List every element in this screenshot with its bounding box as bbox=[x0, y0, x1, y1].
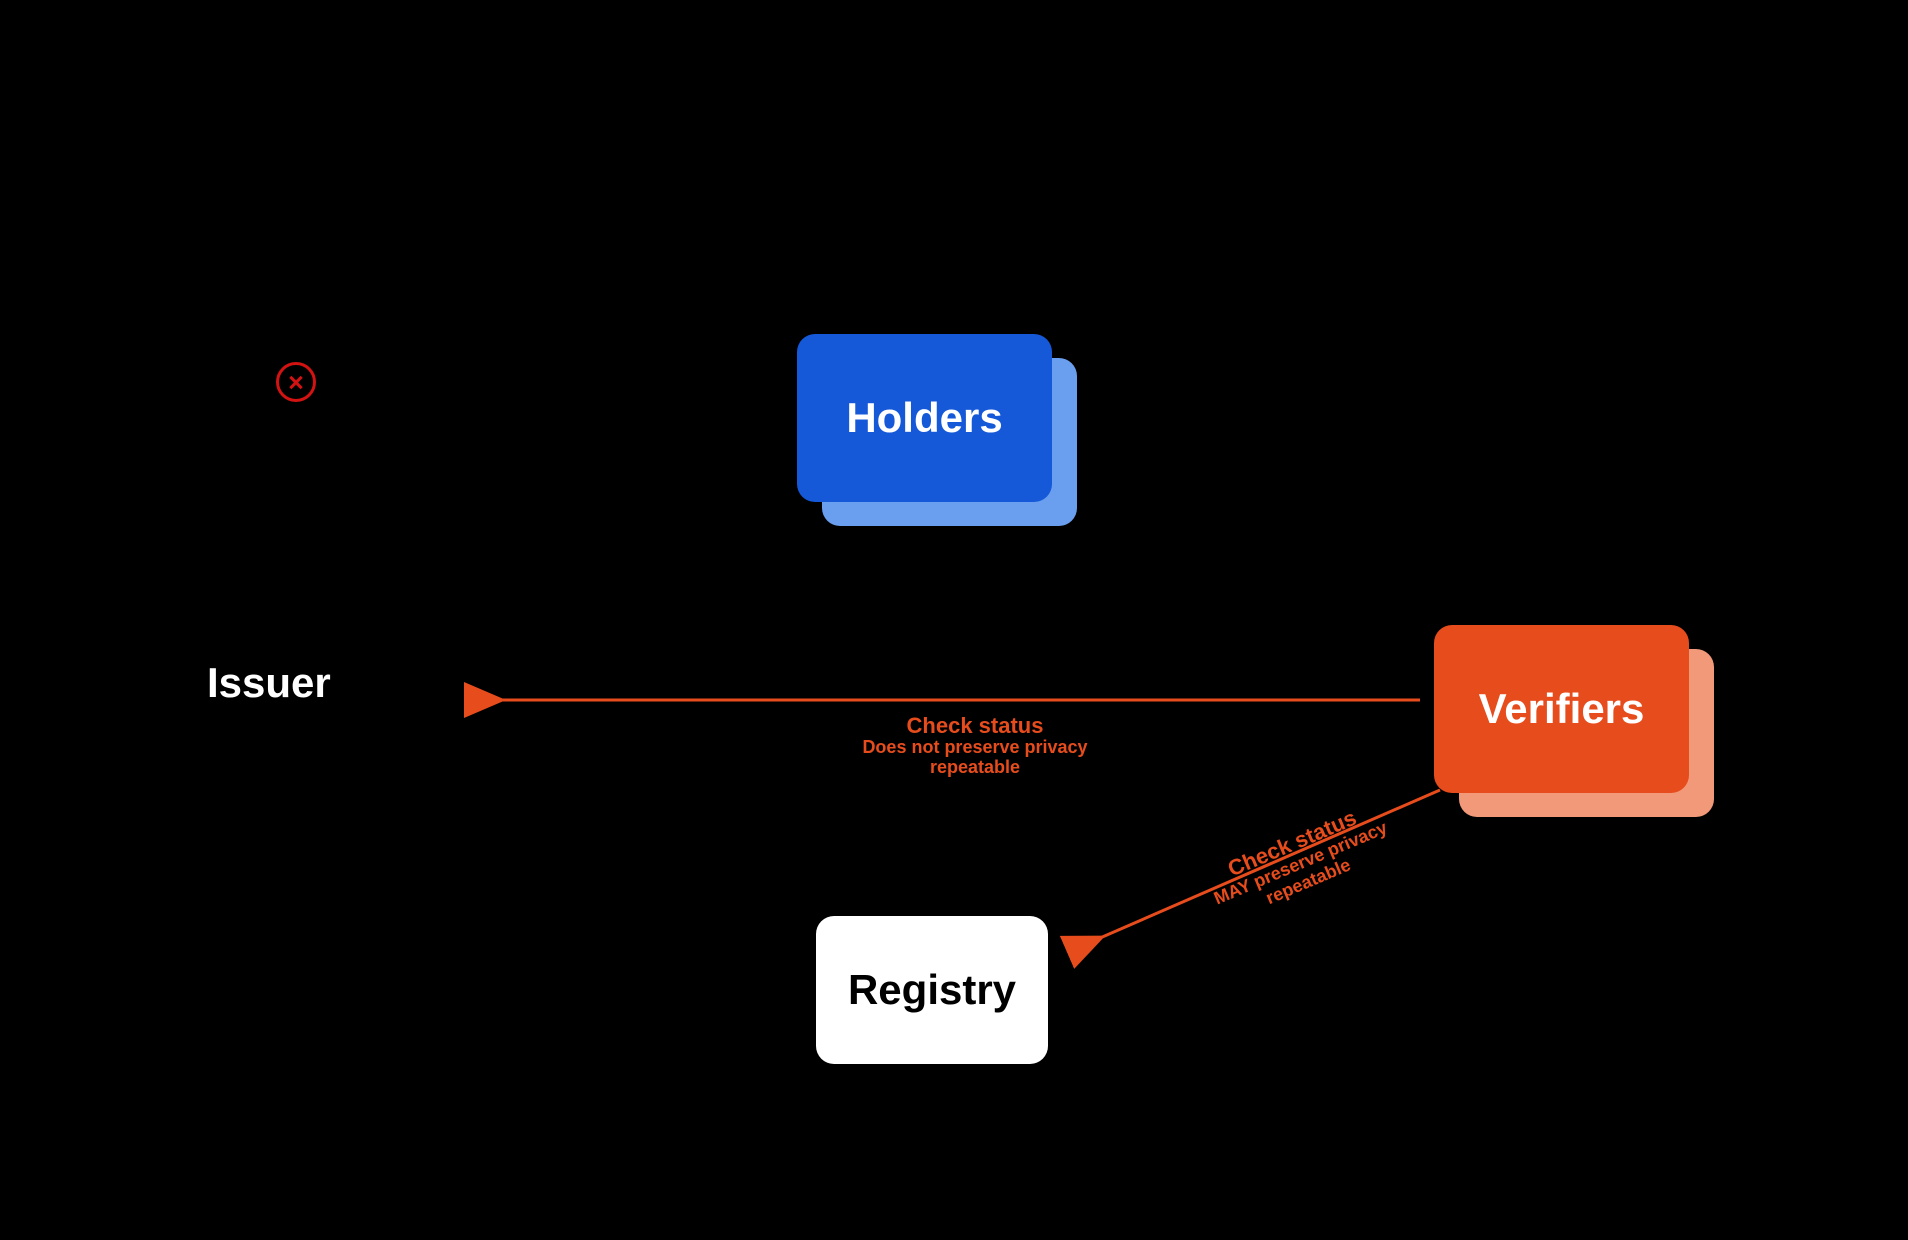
registry-label: Registry bbox=[848, 966, 1016, 1014]
edge-label-verifier-to-issuer: Check status Does not preserve privacy r… bbox=[810, 714, 1140, 778]
verifiers-label: Verifiers bbox=[1479, 685, 1645, 733]
edge-line3: repeatable bbox=[810, 758, 1140, 778]
holders-label: Holders bbox=[846, 394, 1002, 442]
registry-card: Registry bbox=[816, 916, 1048, 1064]
edge-line2: Does not preserve privacy bbox=[810, 738, 1140, 758]
holders-card: Holders bbox=[797, 334, 1052, 502]
edge-title: Check status bbox=[810, 714, 1140, 738]
issuer-node: Issuer bbox=[207, 659, 331, 707]
diagram-stage: Issuer Holders Verifiers Registry Check … bbox=[0, 0, 1908, 1240]
verifiers-card: Verifiers bbox=[1434, 625, 1689, 793]
error-icon bbox=[276, 362, 316, 402]
edge-label-verifier-to-registry: Check status MAY preserve privacy repeat… bbox=[1163, 780, 1436, 944]
